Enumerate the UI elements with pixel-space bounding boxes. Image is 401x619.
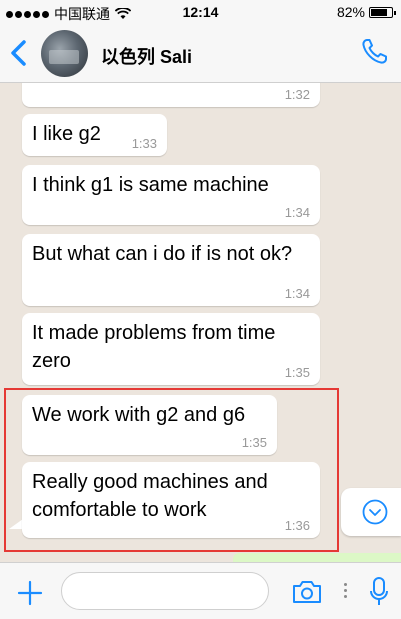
status-right: 82%	[336, 4, 396, 20]
battery-percent: 82%	[336, 4, 365, 20]
highlight-box	[4, 388, 339, 552]
divider-dots	[344, 583, 347, 601]
message-text: I think g1 is same machine	[32, 174, 269, 196]
phone-icon[interactable]	[359, 37, 389, 67]
message-list[interactable]: 1:32 I like g2 1:33 I think g1 is same m…	[0, 83, 401, 562]
message-input[interactable]	[61, 572, 269, 610]
contact-name[interactable]: 以色列 Sali	[101, 43, 192, 69]
message-time: 1:34	[284, 205, 310, 220]
chevron-down-circle-icon	[362, 499, 388, 525]
input-bar	[0, 562, 401, 619]
battery-icon	[369, 6, 396, 18]
message-bubble[interactable]: 1:32	[22, 83, 320, 107]
message-time: 1:33	[131, 136, 157, 151]
message-bubble[interactable]: But what can i do if is not ok? 1:34	[22, 234, 320, 306]
message-bubble[interactable]: I think g1 is same machine 1:34	[22, 165, 320, 225]
message-time: 1:34	[284, 286, 310, 301]
battery-fill	[371, 8, 387, 16]
camera-icon[interactable]	[291, 579, 323, 605]
message-time: 1:32	[284, 87, 310, 102]
chevron-left-icon[interactable]	[8, 39, 30, 67]
message-text: But what can i do if is not ok?	[32, 243, 293, 265]
microphone-icon[interactable]	[369, 576, 389, 608]
message-bubble[interactable]: I like g2 1:33	[22, 114, 167, 156]
chat-header: 以色列 Sali	[0, 24, 401, 83]
message-bubble[interactable]: It made problems from time zero 1:35	[22, 313, 320, 385]
plus-icon[interactable]	[17, 580, 43, 606]
status-bar: 中国联通 12:14 82%	[0, 0, 401, 24]
message-time: 1:35	[284, 365, 310, 380]
scroll-to-bottom-button[interactable]	[341, 488, 401, 536]
avatar[interactable]	[41, 30, 88, 77]
message-text: It made problems from time zero	[32, 322, 276, 372]
outgoing-message-bubble	[233, 553, 401, 562]
